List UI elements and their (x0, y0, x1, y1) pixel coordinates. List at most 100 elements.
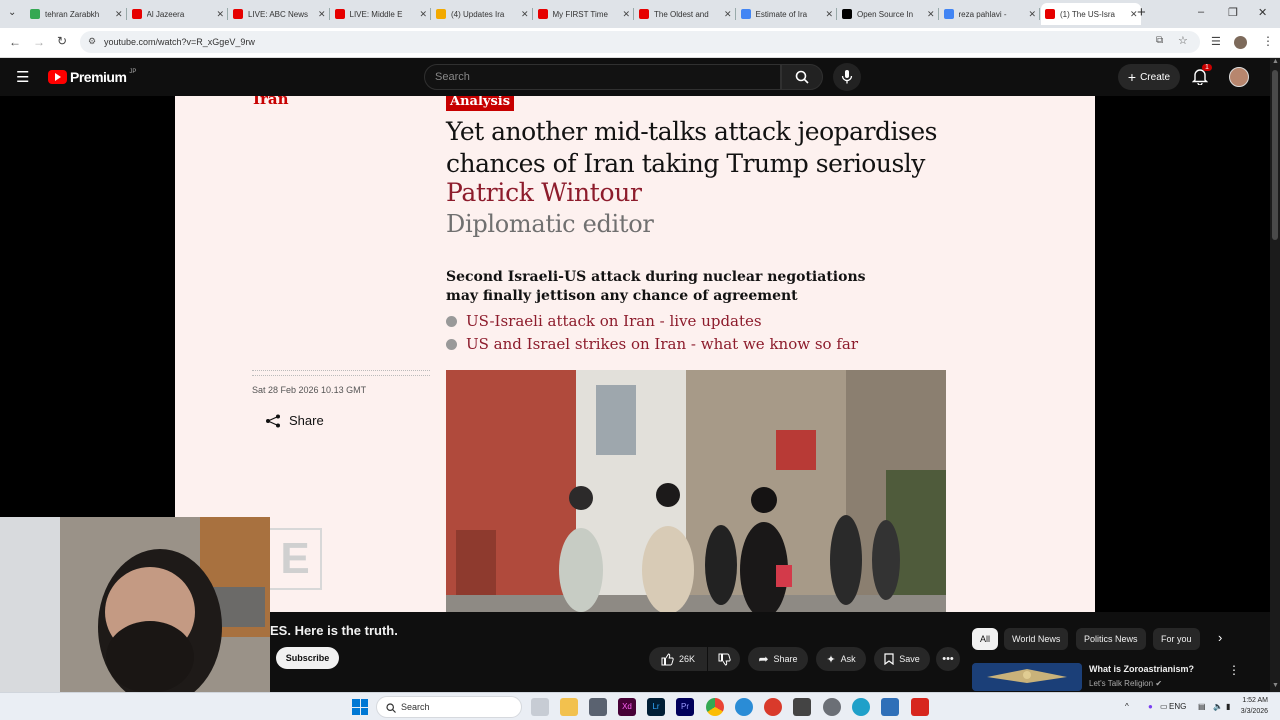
browser-tab[interactable]: LIVE: Middle E ✕ (331, 3, 431, 25)
chip-for-you[interactable]: For you (1153, 628, 1200, 650)
premiere-icon[interactable]: Pr (676, 698, 694, 716)
app-window-icon[interactable] (589, 698, 607, 716)
recommended-channel: Let's Talk Religion ✔ (1089, 679, 1162, 688)
app-blue-icon[interactable] (881, 698, 899, 716)
page-scrollbar[interactable]: ▲ ▼ (1270, 58, 1280, 692)
search-button[interactable] (781, 64, 823, 90)
recommended-video[interactable]: What is Zoroastrianism? Let's Talk Relig… (970, 661, 1270, 692)
tray-chevron-icon[interactable]: ^ (1125, 702, 1129, 711)
youtube-logo[interactable]: Premium JP (48, 69, 136, 85)
app-globe-icon[interactable] (735, 698, 753, 716)
site-info-icon[interactable]: ⚙ (88, 36, 96, 47)
taskbar-search[interactable]: Search (376, 696, 522, 718)
related-link-2: US and Israel strikes on Iran - what we … (446, 335, 858, 353)
create-button[interactable]: + Create (1118, 64, 1180, 90)
notifications-button[interactable]: 1 (1191, 64, 1212, 90)
tab-separator (937, 8, 939, 20)
chip-all[interactable]: All (972, 628, 999, 650)
hamburger-menu-icon[interactable]: ☰ (16, 68, 29, 86)
acrobat-icon[interactable] (911, 698, 929, 716)
browser-tab[interactable]: My FIRST Time ✕ (534, 3, 634, 25)
tab-favicon-icon (639, 9, 649, 19)
browser-tab[interactable]: (1) The US-Isra ✕ (1041, 3, 1141, 25)
more-actions-button[interactable]: ••• (936, 647, 960, 671)
network-icon[interactable]: ▤ (1198, 702, 1206, 711)
browser-tab[interactable]: LIVE: ABC News ✕ (229, 3, 329, 25)
like-button[interactable]: 26K (649, 647, 707, 671)
bookmark-star-icon[interactable]: ☆ (1178, 34, 1188, 47)
tab-close-icon[interactable]: ✕ (927, 9, 935, 20)
tab-close-icon[interactable]: ✕ (115, 9, 123, 20)
close-window-icon[interactable]: ✕ (1258, 6, 1267, 19)
tab-separator (328, 8, 330, 20)
forward-icon[interactable]: → (33, 35, 45, 49)
search-input[interactable]: Search (424, 64, 781, 90)
tab-close-icon[interactable]: ✕ (1029, 9, 1037, 20)
browser-tab[interactable]: Al Jazeera ✕ (128, 3, 228, 25)
customize-icon[interactable]: ☰ (1211, 35, 1221, 48)
share-button[interactable]: ➦ Share (748, 647, 808, 671)
language-indicator[interactable]: ENG (1169, 702, 1186, 711)
tab-favicon-icon (131, 9, 142, 19)
edge-icon[interactable] (852, 698, 870, 716)
tab-close-icon[interactable]: ✕ (826, 9, 834, 20)
browser-tab[interactable]: tehran Zarabkh ✕ (26, 3, 126, 25)
tray-app-icon[interactable]: ▭ (1160, 702, 1168, 711)
clock[interactable]: 1:52 AM 3/3/2026 (1234, 695, 1268, 717)
battery-icon[interactable]: ▮ (1226, 702, 1230, 711)
install-app-icon[interactable]: ⧉ (1156, 35, 1163, 46)
chip-world-news[interactable]: World News (1004, 628, 1069, 650)
tab-close-icon[interactable]: ✕ (420, 9, 428, 20)
scrollbar-thumb[interactable] (1272, 70, 1278, 240)
dateline-rule (252, 370, 430, 376)
profile-avatar[interactable] (1234, 36, 1247, 49)
tab-separator (531, 8, 533, 20)
reload-icon[interactable]: ↻ (57, 34, 67, 48)
chip-politics-news[interactable]: Politics News (1076, 628, 1146, 650)
tab-separator (734, 8, 736, 20)
tab-close-icon[interactable]: ✕ (623, 9, 631, 20)
related-link-1-text: US-Israeli attack on Iran - live updates (466, 312, 762, 330)
account-avatar[interactable] (1229, 67, 1249, 87)
browser-tab[interactable]: Open Source In ✕ (838, 3, 938, 25)
ask-button[interactable]: ✦ Ask (816, 647, 866, 671)
new-tab-button[interactable]: + (1137, 4, 1146, 21)
recommended-title[interactable]: What is Zoroastrianism? (1089, 664, 1194, 674)
tab-close-icon[interactable]: ✕ (724, 9, 732, 20)
tab-close-icon[interactable]: ✕ (318, 9, 326, 20)
voice-search-button[interactable] (833, 63, 861, 91)
recommended-thumbnail[interactable] (972, 663, 1082, 691)
app-doc-icon[interactable] (793, 698, 811, 716)
file-explorer-icon[interactable] (560, 698, 578, 716)
browser-tab[interactable]: (4) Updates Ira ✕ (432, 3, 532, 25)
app-red-icon[interactable] (764, 698, 782, 716)
tab-search-icon[interactable]: ⌄ (8, 7, 16, 18)
restore-icon[interactable]: ❐ (1228, 6, 1238, 19)
subscribe-button[interactable]: Subscribe (276, 647, 339, 669)
tray-mic-icon[interactable]: ● (1148, 702, 1153, 711)
dislike-button[interactable] (708, 647, 740, 671)
chrome-icon[interactable] (706, 698, 724, 716)
minimize-icon[interactable]: – (1198, 6, 1204, 18)
tab-favicon-icon (537, 9, 548, 19)
scroll-up-icon[interactable]: ▲ (1272, 58, 1279, 65)
chrome-menu-icon[interactable]: ⋮ (1262, 34, 1274, 48)
save-button[interactable]: Save (874, 647, 930, 671)
browser-tab[interactable]: The Oldest and ✕ (635, 3, 735, 25)
scroll-down-icon[interactable]: ▼ (1272, 682, 1279, 689)
task-view-icon[interactable] (531, 698, 549, 716)
adobe-xd-icon[interactable]: Xd (618, 698, 636, 716)
browser-tab[interactable]: reza pahlavi - ✕ (940, 3, 1040, 25)
browser-tab[interactable]: Estimate of Ira ✕ (737, 3, 837, 25)
back-icon[interactable]: ← (9, 35, 21, 49)
windows-start-icon[interactable] (352, 699, 368, 715)
tab-close-icon[interactable]: ✕ (217, 9, 225, 20)
recommended-menu-icon[interactable]: ⋮ (1228, 663, 1240, 677)
address-bar[interactable]: ⚙ youtube.com/watch?v=R_xGgeV_9rw ⧉ ☆ (80, 31, 1200, 53)
tab-title: LIVE: ABC News (248, 9, 309, 19)
chips-next-icon[interactable]: › (1218, 630, 1222, 645)
volume-icon[interactable]: 🔈 (1213, 702, 1223, 711)
tab-close-icon[interactable]: ✕ (521, 9, 529, 20)
lightroom-icon[interactable]: Lr (647, 698, 665, 716)
settings-gear-icon[interactable] (823, 698, 841, 716)
